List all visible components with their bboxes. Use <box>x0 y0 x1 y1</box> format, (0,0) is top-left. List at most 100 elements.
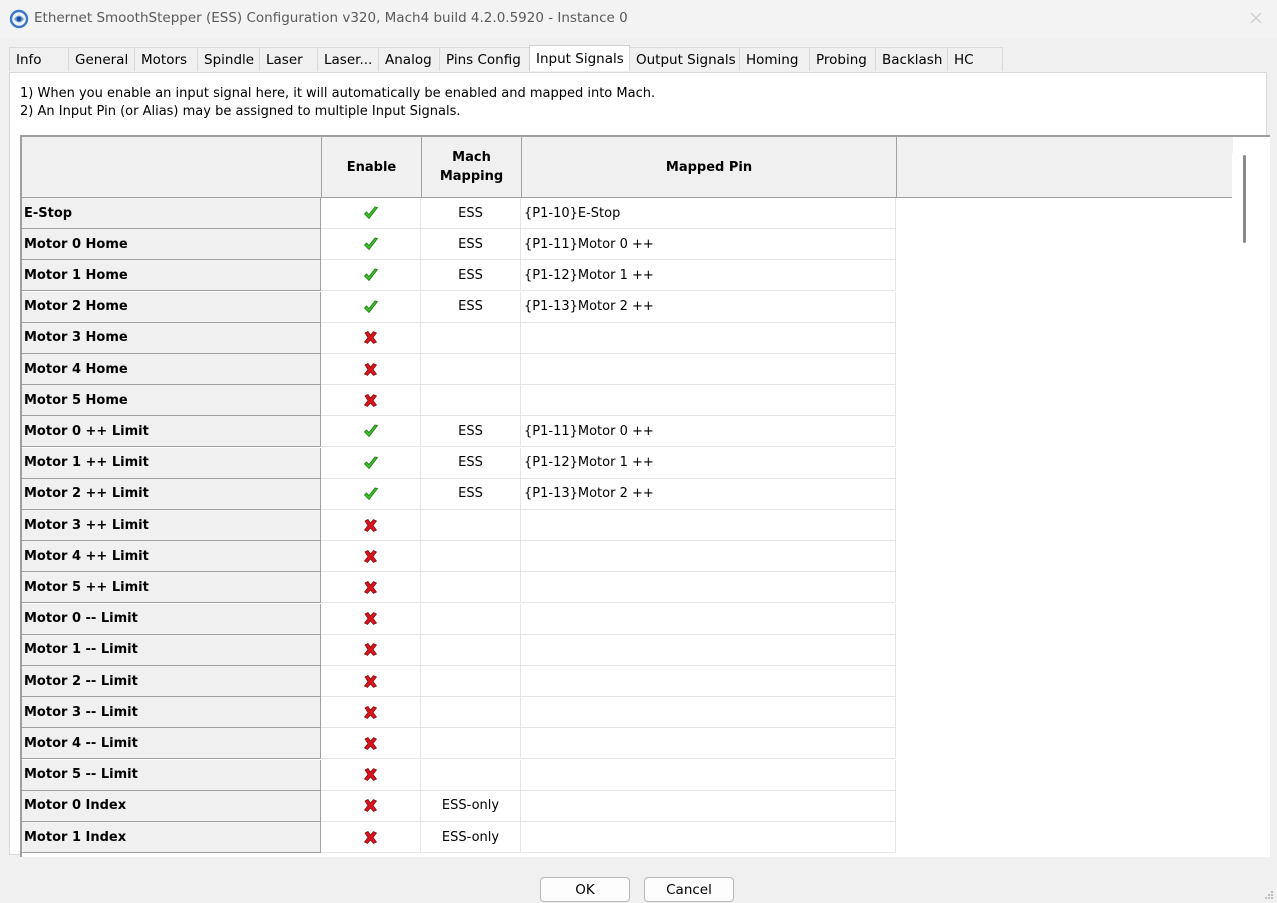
column-header-mapped-pin[interactable]: Mapped Pin <box>522 137 897 198</box>
tab-output-signals[interactable]: Output Signals <box>629 47 740 71</box>
mach-mapping-cell[interactable] <box>421 634 521 666</box>
enable-cell[interactable] <box>321 634 421 666</box>
enable-cell[interactable] <box>321 541 421 573</box>
tab-input-signals[interactable]: Input Signals <box>529 45 630 71</box>
mach-mapping-cell[interactable]: ESS <box>421 416 521 448</box>
enable-cell[interactable] <box>321 354 421 385</box>
enable-cell[interactable] <box>321 291 421 323</box>
check-icon[interactable] <box>363 268 379 282</box>
mapped-pin-cell[interactable]: {P1-10}E-Stop <box>521 198 896 229</box>
enable-cell[interactable] <box>321 198 421 229</box>
tab-hc[interactable]: HC <box>947 47 1003 71</box>
check-icon[interactable] <box>363 487 379 501</box>
tab-motors[interactable]: Motors <box>134 47 198 71</box>
tab-analog[interactable]: Analog <box>378 47 440 71</box>
cross-icon[interactable] <box>363 611 378 626</box>
enable-cell[interactable] <box>321 790 421 822</box>
enable-cell[interactable] <box>321 697 421 729</box>
cross-icon[interactable] <box>363 580 378 595</box>
enable-cell[interactable] <box>321 229 421 261</box>
mapped-pin-cell[interactable] <box>521 634 896 666</box>
mach-mapping-cell[interactable]: ESS <box>421 198 521 229</box>
enable-cell[interactable] <box>321 478 421 510</box>
cross-icon[interactable] <box>363 674 378 689</box>
enable-cell[interactable] <box>321 447 421 479</box>
grid-vertical-scrollbar[interactable] <box>1232 153 1246 853</box>
check-icon[interactable] <box>363 424 379 438</box>
mach-mapping-cell[interactable]: ESS <box>421 447 521 479</box>
mach-mapping-cell[interactable] <box>421 759 521 791</box>
mapped-pin-cell[interactable] <box>521 822 896 853</box>
mach-mapping-cell[interactable] <box>421 322 521 354</box>
tab-homing[interactable]: Homing <box>739 47 810 71</box>
mapped-pin-cell[interactable]: {P1-13}Motor 2 ++ <box>521 478 896 510</box>
cross-icon[interactable] <box>363 830 378 845</box>
resize-grip-icon[interactable] <box>1264 890 1274 900</box>
cross-icon[interactable] <box>363 767 378 782</box>
mach-mapping-cell[interactable] <box>421 354 521 385</box>
cancel-button[interactable]: Cancel <box>644 877 734 902</box>
mapped-pin-cell[interactable]: {P1-11}Motor 0 ++ <box>521 416 896 448</box>
mach-mapping-cell[interactable] <box>421 541 521 573</box>
enable-cell[interactable] <box>321 822 421 853</box>
tab-probing[interactable]: Probing <box>809 47 876 71</box>
close-icon[interactable] <box>1249 11 1263 25</box>
cross-icon[interactable] <box>363 549 378 564</box>
cross-icon[interactable] <box>363 736 378 751</box>
mach-mapping-cell[interactable]: ESS <box>421 229 521 261</box>
enable-cell[interactable] <box>321 260 421 292</box>
tab-backlash[interactable]: Backlash <box>875 47 948 71</box>
ok-button[interactable]: OK <box>540 877 630 902</box>
mach-mapping-cell[interactable]: ESS-only <box>421 822 521 853</box>
enable-cell[interactable] <box>321 603 421 635</box>
tab-general[interactable]: General <box>68 47 135 71</box>
mapped-pin-cell[interactable]: {P1-12}Motor 1 ++ <box>521 260 896 292</box>
mach-mapping-cell[interactable]: ESS <box>421 478 521 510</box>
tab-laser[interactable]: Laser... <box>317 47 379 71</box>
enable-cell[interactable] <box>321 572 421 604</box>
mach-mapping-cell[interactable] <box>421 385 521 417</box>
mapped-pin-cell[interactable] <box>521 603 896 635</box>
mapped-pin-cell[interactable] <box>521 322 896 354</box>
check-icon[interactable] <box>363 300 379 314</box>
cross-icon[interactable] <box>363 330 378 345</box>
mapped-pin-cell[interactable] <box>521 572 896 604</box>
mapped-pin-cell[interactable]: {P1-12}Motor 1 ++ <box>521 447 896 479</box>
cross-icon[interactable] <box>363 705 378 720</box>
mach-mapping-cell[interactable] <box>421 666 521 697</box>
mapped-pin-cell[interactable] <box>521 510 896 541</box>
mapped-pin-cell[interactable] <box>521 541 896 573</box>
enable-cell[interactable] <box>321 666 421 697</box>
tab-info[interactable]: Info <box>9 47 69 71</box>
mach-mapping-cell[interactable] <box>421 510 521 541</box>
mapped-pin-cell[interactable] <box>521 354 896 385</box>
enable-cell[interactable] <box>321 759 421 791</box>
tab-laser[interactable]: Laser <box>259 47 318 71</box>
mach-mapping-cell[interactable]: ESS <box>421 260 521 292</box>
check-icon[interactable] <box>363 206 379 220</box>
enable-cell[interactable] <box>321 416 421 448</box>
enable-cell[interactable] <box>321 510 421 541</box>
tab-pins-config[interactable]: Pins Config <box>439 47 530 71</box>
cross-icon[interactable] <box>363 518 378 533</box>
cross-icon[interactable] <box>363 393 378 408</box>
enable-cell[interactable] <box>321 728 421 760</box>
cross-icon[interactable] <box>363 362 378 377</box>
check-icon[interactable] <box>363 456 379 470</box>
cross-icon[interactable] <box>363 642 378 657</box>
scrollbar-thumb[interactable] <box>1243 155 1246 243</box>
mach-mapping-cell[interactable] <box>421 572 521 604</box>
mach-mapping-cell[interactable] <box>421 728 521 760</box>
column-header-enable[interactable]: Enable <box>322 137 422 198</box>
check-icon[interactable] <box>363 237 379 251</box>
mapped-pin-cell[interactable] <box>521 759 896 791</box>
mach-mapping-cell[interactable]: ESS-only <box>421 790 521 822</box>
mach-mapping-cell[interactable]: ESS <box>421 291 521 323</box>
tab-spindle[interactable]: Spindle <box>197 47 260 71</box>
mapped-pin-cell[interactable] <box>521 728 896 760</box>
cross-icon[interactable] <box>363 798 378 813</box>
column-header-mach-mapping[interactable]: Mach Mapping <box>422 137 522 198</box>
mapped-pin-cell[interactable] <box>521 697 896 729</box>
enable-cell[interactable] <box>321 322 421 354</box>
mach-mapping-cell[interactable] <box>421 603 521 635</box>
